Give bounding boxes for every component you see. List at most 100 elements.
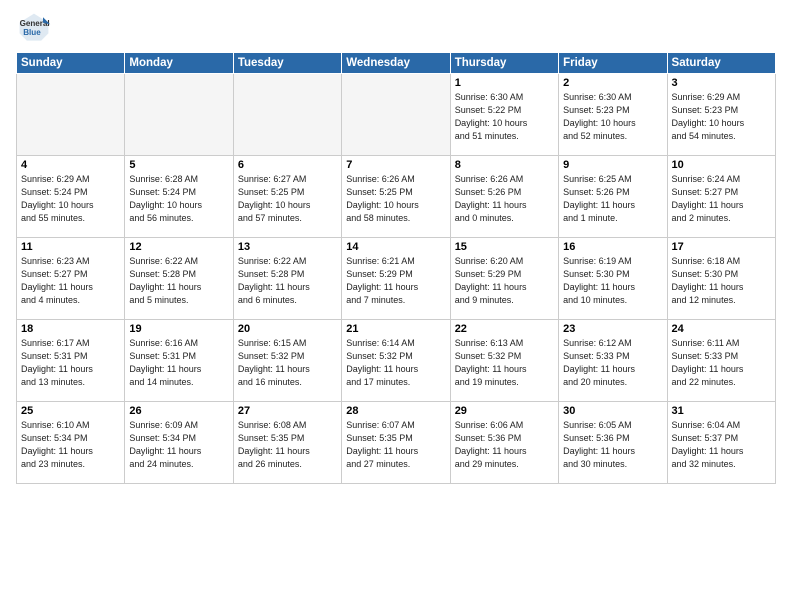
calendar-day-cell [233, 74, 341, 156]
day-number: 23 [563, 323, 662, 335]
day-number: 10 [672, 159, 771, 171]
day-info: Sunrise: 6:12 AM Sunset: 5:33 PM Dayligh… [563, 337, 662, 389]
weekday-cell: Friday [559, 53, 667, 74]
day-number: 5 [129, 159, 228, 171]
day-number: 21 [346, 323, 445, 335]
day-number: 29 [455, 405, 554, 417]
weekday-cell: Thursday [450, 53, 558, 74]
calendar-day-cell: 25 Sunrise: 6:10 AM Sunset: 5:34 PM Dayli… [17, 402, 125, 484]
day-number: 14 [346, 241, 445, 253]
day-number: 16 [563, 241, 662, 253]
day-number: 20 [238, 323, 337, 335]
day-info: Sunrise: 6:06 AM Sunset: 5:36 PM Dayligh… [455, 419, 554, 471]
day-number: 9 [563, 159, 662, 171]
calendar-day-cell: 29 Sunrise: 6:06 AM Sunset: 5:36 PM Dayli… [450, 402, 558, 484]
day-number: 30 [563, 405, 662, 417]
calendar-day-cell: 15 Sunrise: 6:20 AM Sunset: 5:29 PM Dayli… [450, 238, 558, 320]
logo: General Blue [16, 10, 56, 46]
calendar-day-cell [17, 74, 125, 156]
day-info: Sunrise: 6:04 AM Sunset: 5:37 PM Dayligh… [672, 419, 771, 471]
calendar-day-cell: 30Sunrise: 6:05 AM Sunset: 5:36 PM Dayli… [559, 402, 667, 484]
day-number: 13 [238, 241, 337, 253]
day-number: 8 [455, 159, 554, 171]
calendar-day-cell: 26Sunrise: 6:09 AM Sunset: 5:34 PM Dayli… [125, 402, 233, 484]
day-info: Sunrise: 6:16 AM Sunset: 5:31 PM Dayligh… [129, 337, 228, 389]
day-info: Sunrise: 6:26 AM Sunset: 5:25 PM Dayligh… [346, 173, 445, 225]
calendar-day-cell: 18Sunrise: 6:17 AM Sunset: 5:31 PM Dayli… [17, 320, 125, 402]
day-number: 15 [455, 241, 554, 253]
day-info: Sunrise: 6:20 AM Sunset: 5:29 PM Dayligh… [455, 255, 554, 307]
calendar-day-cell: 27 Sunrise: 6:08 AM Sunset: 5:35 PM Dayli… [233, 402, 341, 484]
calendar-day-cell: 8 Sunrise: 6:26 AM Sunset: 5:26 PM Daylig… [450, 156, 558, 238]
day-number: 24 [672, 323, 771, 335]
day-info: Sunrise: 6:28 AM Sunset: 5:24 PM Dayligh… [129, 173, 228, 225]
calendar-day-cell: 13Sunrise: 6:22 AM Sunset: 5:28 PM Dayli… [233, 238, 341, 320]
calendar-table: SundayMondayTuesdayWednesdayThursdayFrid… [16, 52, 776, 484]
day-info: Sunrise: 6:21 AM Sunset: 5:29 PM Dayligh… [346, 255, 445, 307]
calendar-day-cell: 28 Sunrise: 6:07 AM Sunset: 5:35 PM Dayli… [342, 402, 450, 484]
calendar-body: 1 Sunrise: 6:30 AM Sunset: 5:22 PM Daylig… [17, 74, 776, 484]
page: General Blue SundayMondayTuesdayWednesda… [0, 0, 792, 494]
day-info: Sunrise: 6:09 AM Sunset: 5:34 PM Dayligh… [129, 419, 228, 471]
day-info: Sunrise: 6:26 AM Sunset: 5:26 PM Dayligh… [455, 173, 554, 225]
calendar-day-cell [342, 74, 450, 156]
day-number: 11 [21, 241, 120, 253]
day-number: 4 [21, 159, 120, 171]
weekday-cell: Wednesday [342, 53, 450, 74]
calendar-day-cell: 11 Sunrise: 6:23 AM Sunset: 5:27 PM Dayli… [17, 238, 125, 320]
day-info: Sunrise: 6:15 AM Sunset: 5:32 PM Dayligh… [238, 337, 337, 389]
day-info: Sunrise: 6:10 AM Sunset: 5:34 PM Dayligh… [21, 419, 120, 471]
day-info: Sunrise: 6:18 AM Sunset: 5:30 PM Dayligh… [672, 255, 771, 307]
calendar-day-cell: 12Sunrise: 6:22 AM Sunset: 5:28 PM Dayli… [125, 238, 233, 320]
day-number: 28 [346, 405, 445, 417]
weekday-cell: Monday [125, 53, 233, 74]
weekday-header-row: SundayMondayTuesdayWednesdayThursdayFrid… [17, 53, 776, 74]
day-info: Sunrise: 6:27 AM Sunset: 5:25 PM Dayligh… [238, 173, 337, 225]
day-number: 31 [672, 405, 771, 417]
calendar-day-cell: 5 Sunrise: 6:28 AM Sunset: 5:24 PM Daylig… [125, 156, 233, 238]
day-info: Sunrise: 6:07 AM Sunset: 5:35 PM Dayligh… [346, 419, 445, 471]
calendar-day-cell: 17 Sunrise: 6:18 AM Sunset: 5:30 PM Dayli… [667, 238, 775, 320]
logo-icon: General Blue [16, 10, 52, 46]
day-info: Sunrise: 6:24 AM Sunset: 5:27 PM Dayligh… [672, 173, 771, 225]
day-number: 22 [455, 323, 554, 335]
day-number: 2 [563, 77, 662, 89]
calendar-day-cell: 16Sunrise: 6:19 AM Sunset: 5:30 PM Dayli… [559, 238, 667, 320]
calendar-day-cell [125, 74, 233, 156]
day-number: 1 [455, 77, 554, 89]
calendar-week-row: 1 Sunrise: 6:30 AM Sunset: 5:22 PM Daylig… [17, 74, 776, 156]
calendar-day-cell: 21Sunrise: 6:14 AM Sunset: 5:32 PM Dayli… [342, 320, 450, 402]
calendar-day-cell: 20 Sunrise: 6:15 AM Sunset: 5:32 PM Dayli… [233, 320, 341, 402]
header: General Blue [16, 10, 776, 46]
day-number: 3 [672, 77, 771, 89]
day-number: 18 [21, 323, 120, 335]
day-info: Sunrise: 6:08 AM Sunset: 5:35 PM Dayligh… [238, 419, 337, 471]
day-number: 17 [672, 241, 771, 253]
calendar-day-cell: 14 Sunrise: 6:21 AM Sunset: 5:29 PM Dayli… [342, 238, 450, 320]
calendar-day-cell: 2 Sunrise: 6:30 AM Sunset: 5:23 PM Daylig… [559, 74, 667, 156]
weekday-cell: Sunday [17, 53, 125, 74]
calendar-day-cell: 9 Sunrise: 6:25 AM Sunset: 5:26 PM Daylig… [559, 156, 667, 238]
day-number: 7 [346, 159, 445, 171]
calendar-week-row: 25 Sunrise: 6:10 AM Sunset: 5:34 PM Dayli… [17, 402, 776, 484]
day-info: Sunrise: 6:23 AM Sunset: 5:27 PM Dayligh… [21, 255, 120, 307]
calendar-week-row: 18Sunrise: 6:17 AM Sunset: 5:31 PM Dayli… [17, 320, 776, 402]
calendar-day-cell: 23 Sunrise: 6:12 AM Sunset: 5:33 PM Dayli… [559, 320, 667, 402]
calendar-day-cell: 24Sunrise: 6:11 AM Sunset: 5:33 PM Dayli… [667, 320, 775, 402]
day-info: Sunrise: 6:25 AM Sunset: 5:26 PM Dayligh… [563, 173, 662, 225]
calendar-week-row: 4 Sunrise: 6:29 AM Sunset: 5:24 PM Daylig… [17, 156, 776, 238]
day-info: Sunrise: 6:30 AM Sunset: 5:23 PM Dayligh… [563, 91, 662, 143]
weekday-cell: Tuesday [233, 53, 341, 74]
day-info: Sunrise: 6:29 AM Sunset: 5:24 PM Dayligh… [21, 173, 120, 225]
day-number: 12 [129, 241, 228, 253]
day-number: 19 [129, 323, 228, 335]
calendar-day-cell: 6 Sunrise: 6:27 AM Sunset: 5:25 PM Daylig… [233, 156, 341, 238]
calendar-day-cell: 22Sunrise: 6:13 AM Sunset: 5:32 PM Dayli… [450, 320, 558, 402]
calendar-week-row: 11 Sunrise: 6:23 AM Sunset: 5:27 PM Dayli… [17, 238, 776, 320]
calendar-day-cell: 3 Sunrise: 6:29 AM Sunset: 5:23 PM Daylig… [667, 74, 775, 156]
day-number: 27 [238, 405, 337, 417]
day-number: 25 [21, 405, 120, 417]
day-info: Sunrise: 6:29 AM Sunset: 5:23 PM Dayligh… [672, 91, 771, 143]
day-number: 6 [238, 159, 337, 171]
day-info: Sunrise: 6:30 AM Sunset: 5:22 PM Dayligh… [455, 91, 554, 143]
